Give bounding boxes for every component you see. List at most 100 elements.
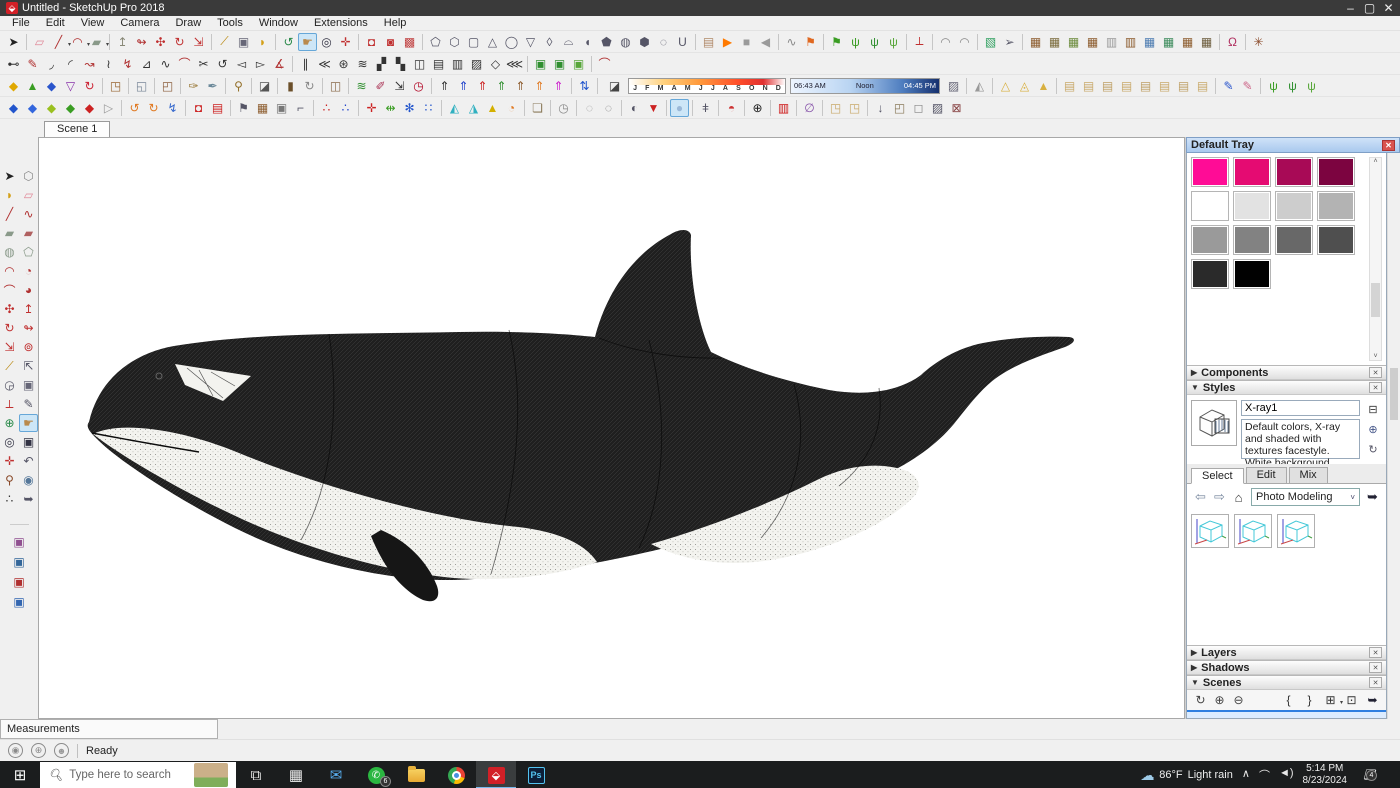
move-tool[interactable]: ✣ [0, 300, 19, 318]
paper-icon-4[interactable]: ▤ [1117, 77, 1136, 95]
x-ray-style-3[interactable] [1277, 514, 1315, 548]
styles-tab-select[interactable]: Select [1191, 468, 1244, 484]
scale-tool[interactable]: ⇲ [189, 33, 208, 51]
plugin-curve-icon-7[interactable]: ↯ [118, 55, 137, 73]
bricks-icon[interactable]: ▥ [774, 99, 793, 117]
tent-icon-3[interactable]: ▲ [1034, 77, 1053, 95]
circle-icon-2[interactable]: ◌ [599, 99, 618, 117]
menu-window[interactable]: Window [251, 17, 306, 29]
close-icon[interactable] [1369, 662, 1382, 673]
paper-icon-2[interactable]: ▤ [1079, 77, 1098, 95]
rotate-tool[interactable]: ↻ [0, 319, 19, 337]
circle-icon-1[interactable]: ◌ [580, 99, 599, 117]
cone-icon[interactable]: ◭ [970, 77, 989, 95]
polygon-tool[interactable]: ⬠ [19, 243, 38, 261]
shadow-month-slider[interactable]: JFMAMJJASOND [628, 78, 786, 94]
rectangle-tool[interactable]: ▰▾ [87, 33, 106, 51]
extrude-icon-1[interactable]: ⇑ [435, 77, 454, 95]
shape-icon-8[interactable]: ⌓ [559, 33, 578, 51]
pan-tool[interactable]: ☛ [298, 33, 317, 51]
cursor-icon[interactable]: ⇲ [390, 77, 409, 95]
compass-icon[interactable]: ◐ [625, 99, 644, 117]
tape-measure-tool[interactable]: ⟋ [0, 357, 19, 375]
shape-icon-9[interactable]: ◖ [578, 33, 597, 51]
fence-icon-7[interactable]: ▦ [1140, 33, 1159, 51]
paint-pick-icon[interactable]: ✐ [371, 77, 390, 95]
volume-icon[interactable]: ◄) [1279, 767, 1294, 783]
plugin-box-icon-3[interactable]: ▣ [10, 573, 29, 591]
grass-icon-2[interactable]: ψ [865, 33, 884, 51]
extrude-icon-4[interactable]: ⇑ [492, 77, 511, 95]
modeling-tool-icon-1[interactable]: ◳ [106, 77, 125, 95]
arch-icon-2[interactable]: ◠ [955, 33, 974, 51]
color-swatch[interactable] [1191, 191, 1229, 221]
clock-gray-icon[interactable]: ◷ [554, 99, 573, 117]
fence-icon-1[interactable]: ▦ [1026, 33, 1045, 51]
axes-tool[interactable]: ⟂ [0, 395, 19, 413]
pyramid-icon[interactable]: ▲ [483, 99, 502, 117]
close-icon[interactable] [1369, 677, 1382, 688]
menu-edit[interactable]: Edit [38, 17, 73, 29]
colors-scrollbar[interactable]: ˄ ˅ [1369, 157, 1382, 361]
shape-icon-7[interactable]: ◊ [540, 33, 559, 51]
color-swatch[interactable] [1233, 191, 1271, 221]
plugin-mesh-icon-1[interactable]: ∥ [296, 55, 315, 73]
current-style-thumbnail[interactable] [1191, 400, 1237, 446]
orca-model[interactable] [39, 138, 1184, 718]
modeling-tool-icon-4[interactable]: ✑ [184, 77, 203, 95]
helmet-icon[interactable]: ◓ [722, 99, 741, 117]
extrude-icon-6[interactable]: ⇑ [530, 77, 549, 95]
grass-b-icon[interactable]: ψ [1283, 77, 1302, 95]
sphere-icon[interactable]: ● [670, 99, 689, 117]
menu-extensions[interactable]: Extensions [306, 17, 376, 29]
plugin-mesh-icon-4[interactable]: ≋ [353, 55, 372, 73]
back-icon[interactable]: ⇦ [1191, 488, 1210, 506]
color-swatch[interactable] [1275, 225, 1313, 255]
previous-scene-icon[interactable]: { [1279, 691, 1298, 709]
close-icon[interactable] [1369, 367, 1382, 378]
fence-icon-8[interactable]: ▦ [1159, 33, 1178, 51]
pick-arrow-icon[interactable]: ➢ [1000, 33, 1019, 51]
add-scene-icon[interactable]: ⊕ [1210, 691, 1229, 709]
plugin-mesh-icon-11[interactable]: ◇ [486, 55, 505, 73]
plugin-mesh-icon-2[interactable]: ≪ [315, 55, 334, 73]
styles-tab-mix[interactable]: Mix [1289, 467, 1328, 483]
selected-scene-row[interactable] [1187, 710, 1386, 718]
points-blue-icon[interactable]: ∴ [336, 99, 355, 117]
plugin-mesh-icon-3[interactable]: ⊛ [334, 55, 353, 73]
cross-green-icon[interactable]: ⇹ [381, 99, 400, 117]
texture-map-icon[interactable]: ▨ [944, 77, 963, 95]
push-pull-tool[interactable]: ↥ [113, 33, 132, 51]
gem-icon-blue[interactable]: ◆ [42, 77, 61, 95]
fence-icon-5[interactable]: ▥ [1102, 33, 1121, 51]
text-tool[interactable]: ▣ [234, 33, 253, 51]
plugin-curve-icon-11[interactable]: ✂ [194, 55, 213, 73]
chrome-icon[interactable] [436, 761, 476, 788]
modeling-tool-icon-6[interactable]: ⚲ [229, 77, 248, 95]
styles-panel-header[interactable]: Styles [1187, 380, 1386, 395]
plugin-curve-icon-15[interactable]: ∡ [270, 55, 289, 73]
next-scene-icon[interactable]: } [1300, 691, 1319, 709]
x-ray-style-2[interactable] [1234, 514, 1272, 548]
shape-icon-2[interactable]: ⬡ [445, 33, 464, 51]
follow-me-tool[interactable]: ↬ [19, 319, 38, 337]
remove-scene-icon[interactable]: ⊖ [1229, 691, 1248, 709]
scroll-down-icon[interactable]: ˅ [1370, 353, 1381, 360]
sketchup-taskbar-icon[interactable]: ⬙ [476, 761, 516, 788]
previous-view-tool[interactable]: ↶ [19, 452, 38, 470]
bag-icon-1[interactable]: ◳ [826, 99, 845, 117]
plugin-mesh-icon-9[interactable]: ▥ [448, 55, 467, 73]
section-fill-icon[interactable]: ◙ [381, 33, 400, 51]
orca-body[interactable] [88, 230, 1074, 601]
grass-icon-1[interactable]: ψ [846, 33, 865, 51]
shadow-toggle-icon[interactable]: ◪ [605, 77, 624, 95]
drop-vertices-icon[interactable]: ⇅ [575, 77, 594, 95]
valve-icon[interactable]: ǂ [696, 99, 715, 117]
select-tool[interactable]: ➤ [0, 167, 19, 185]
plugin-mesh-icon-7[interactable]: ◫ [410, 55, 429, 73]
two-point-arc-tool[interactable]: ◠ [0, 262, 19, 280]
show-details-icon[interactable]: ⊡ [1342, 691, 1361, 709]
color-swatch[interactable] [1191, 157, 1229, 187]
layout-icon-2[interactable]: ▤ [208, 99, 227, 117]
eraser-tool[interactable]: ▱ [30, 33, 49, 51]
